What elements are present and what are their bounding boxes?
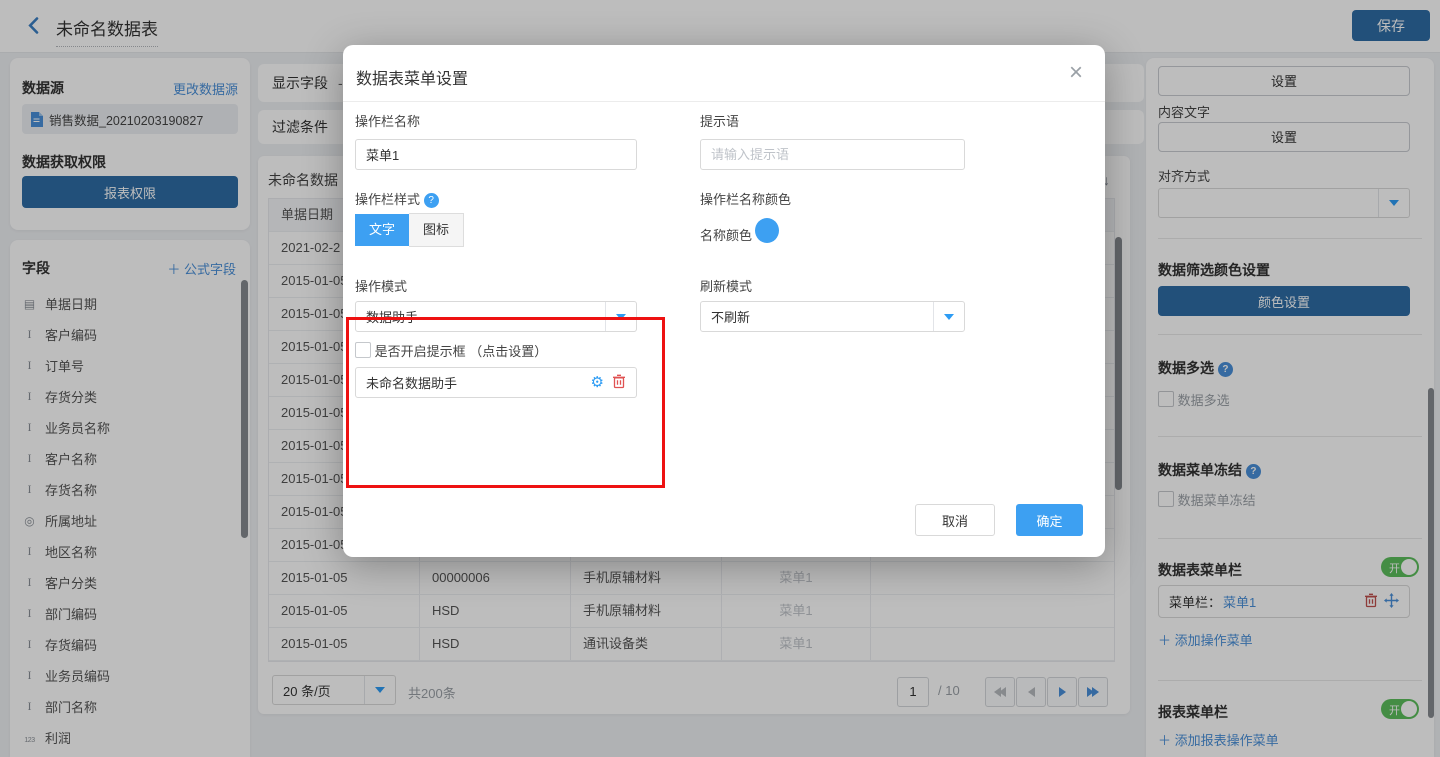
- tip-checkbox-label: 是否开启提示框: [375, 344, 466, 359]
- tip-dialog-option[interactable]: 是否开启提示框 （点击设置）: [355, 341, 547, 360]
- tip-input[interactable]: [700, 139, 965, 170]
- tab-icon-style[interactable]: 图标: [409, 213, 464, 247]
- chevron-down-icon: [944, 314, 954, 320]
- tip-checkbox-hint[interactable]: （点击设置）: [469, 344, 547, 359]
- refresh-mode-select[interactable]: 不刷新: [700, 301, 965, 332]
- checkbox-icon[interactable]: [355, 342, 371, 358]
- tab-text-style[interactable]: 文字: [355, 214, 409, 246]
- bar-name-input[interactable]: [355, 139, 637, 170]
- table-menu-settings-dialog: 数据表菜单设置 × 操作栏名称 提示语 操作栏样式 ? 文字图标 操作栏名称颜色…: [343, 45, 1105, 557]
- cancel-button[interactable]: 取消: [915, 504, 995, 536]
- action-mode-value: 数据助手: [356, 307, 418, 326]
- action-mode-label: 操作模式: [355, 276, 407, 295]
- divider: [343, 101, 1105, 102]
- bar-style-label: 操作栏样式 ?: [355, 189, 439, 208]
- gear-icon[interactable]: ⚙: [591, 375, 604, 390]
- chevron-down-icon: [616, 314, 626, 320]
- bar-name-label: 操作栏名称: [355, 111, 420, 130]
- color-swatch[interactable]: [755, 218, 779, 243]
- bar-color-label: 操作栏名称颜色: [700, 189, 791, 208]
- close-icon[interactable]: ×: [1069, 59, 1083, 87]
- action-mode-select[interactable]: 数据助手: [355, 301, 637, 332]
- confirm-button[interactable]: 确定: [1016, 504, 1083, 536]
- delete-icon[interactable]: [612, 374, 626, 392]
- assistant-name: 未命名数据助手: [356, 373, 457, 392]
- style-tab-group: 文字图标: [355, 213, 464, 247]
- refresh-mode-label: 刷新模式: [700, 276, 752, 295]
- assistant-item: 未命名数据助手 ⚙: [355, 367, 637, 398]
- help-icon[interactable]: ?: [424, 193, 439, 208]
- tip-label: 提示语: [700, 111, 739, 130]
- dialog-title: 数据表菜单设置: [356, 65, 468, 89]
- app-root: 未命名数据表 保存 数据源 更改数据源 销售数据_20210203190827 …: [0, 0, 1440, 757]
- name-color-label: 名称颜色: [700, 225, 752, 244]
- refresh-mode-value: 不刷新: [701, 307, 750, 326]
